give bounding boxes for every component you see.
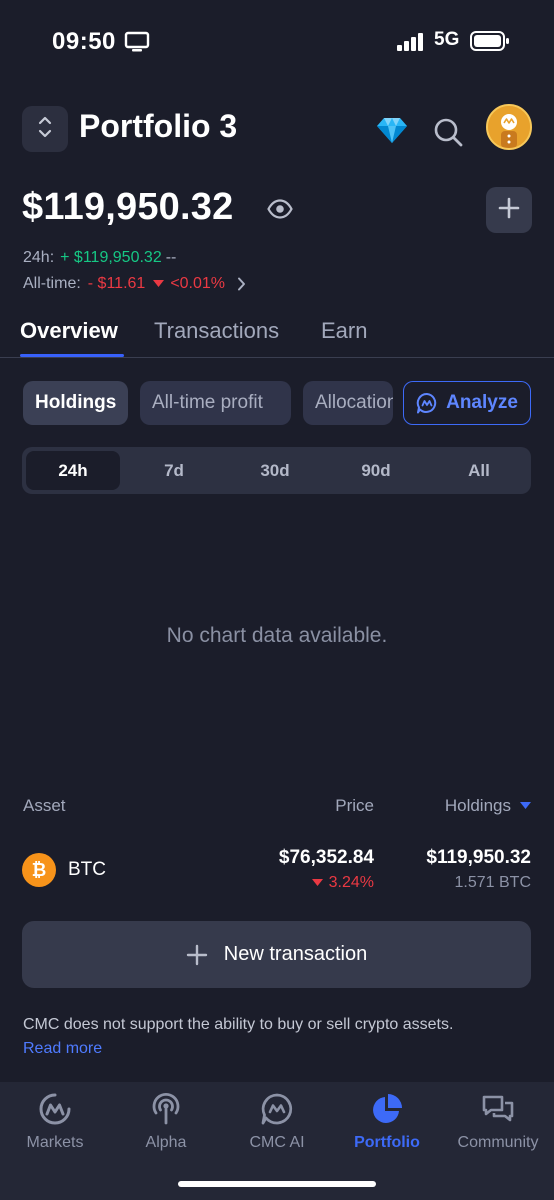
tab-active-indicator (20, 354, 124, 357)
nav-markets-label: Markets (26, 1134, 84, 1151)
asset-symbol[interactable]: BTC (68, 859, 106, 881)
eye-icon[interactable] (267, 199, 293, 224)
cmc-ai-icon (260, 1092, 294, 1126)
disclaimer: CMC does not support the ability to buy … (23, 1013, 523, 1061)
plus-icon (498, 197, 520, 224)
new-transaction-button[interactable]: New transaction (22, 921, 531, 988)
analyze-label: Analyze (446, 392, 518, 413)
portfolio-balance: $119,950.32 (22, 186, 234, 228)
alltime-label: All-time: (23, 275, 81, 292)
sort-down-icon (520, 802, 531, 810)
chip-holdings[interactable]: Holdings (23, 381, 128, 425)
range-90d[interactable]: 90d (328, 451, 424, 490)
alltime-percent: <0.01% (170, 275, 226, 292)
change-24h-value: + $119,950.32 (60, 249, 162, 266)
home-indicator (178, 1181, 376, 1187)
asset-price: $76,352.84 (278, 847, 374, 868)
cmc-ai-icon (416, 392, 438, 414)
svg-text:₿: ₿ (32, 860, 47, 881)
range-7d[interactable]: 7d (126, 451, 222, 490)
nav-markets[interactable]: Markets (0, 1092, 110, 1152)
caret-down-icon (153, 280, 165, 288)
cmc-logo-icon (38, 1092, 72, 1126)
avatar[interactable] (486, 104, 532, 150)
chip-alltime-profit[interactable]: All-time profit (140, 381, 291, 425)
portfolio-title[interactable]: Portfolio 3 (79, 108, 237, 145)
add-button[interactable] (486, 187, 532, 233)
column-header-price: Price (335, 796, 374, 815)
column-header-holdings[interactable]: Holdings (400, 796, 531, 816)
portfolio-switcher-button[interactable] (22, 106, 68, 152)
nav-portfolio[interactable]: Portfolio (332, 1092, 442, 1152)
screen-mirroring-icon (124, 31, 150, 58)
tab-transactions[interactable]: Transactions (154, 318, 279, 344)
chart-empty-message: No chart data available. (166, 624, 388, 647)
diamond-icon[interactable] (376, 116, 408, 149)
nav-community[interactable]: Community (443, 1092, 553, 1152)
column-header-asset: Asset (23, 796, 66, 815)
holdings-header-label: Holdings (444, 796, 511, 815)
range-24h[interactable]: 24h (26, 451, 120, 490)
nav-cmc-ai-label: CMC AI (249, 1134, 305, 1151)
battery-icon (470, 30, 510, 57)
pie-chart-icon (370, 1092, 404, 1126)
read-more-link[interactable]: Read more (23, 1037, 523, 1061)
range-30d[interactable]: 30d (227, 451, 323, 490)
nav-community-label: Community (457, 1134, 539, 1151)
new-transaction-label: New transaction (223, 943, 368, 965)
plus-icon (186, 944, 208, 966)
tab-overview[interactable]: Overview (20, 318, 118, 344)
chevron-right-icon (237, 277, 246, 291)
status-time: 09:50 (52, 28, 116, 55)
nav-alpha[interactable]: Alpha (111, 1092, 221, 1152)
chat-icon (481, 1092, 515, 1126)
asset-holdings-amount: 1.571 BTC (454, 874, 531, 891)
asset-change-percent: 3.24% (328, 874, 374, 891)
broadcast-icon (149, 1092, 183, 1126)
network-type: 5G (434, 29, 460, 50)
range-all[interactable]: All (431, 451, 527, 490)
nav-alpha-label: Alpha (145, 1134, 187, 1151)
change-24h-label: 24h: (23, 249, 55, 266)
alltime-value: - $11.61 (87, 275, 146, 292)
tab-earn[interactable]: Earn (321, 318, 367, 344)
change-24h: 24h: + $119,950.32 -- (23, 249, 176, 267)
disclaimer-text: CMC does not support the ability to buy … (23, 1016, 454, 1033)
nav-cmc-ai[interactable]: CMC AI (222, 1092, 332, 1152)
portfolio-tabs: Overview Transactions Earn (0, 318, 554, 358)
cellular-signal-icon (397, 33, 425, 56)
change-alltime[interactable]: All-time: - $11.61 <0.01% (23, 275, 246, 293)
search-icon[interactable] (432, 116, 464, 153)
nav-portfolio-label: Portfolio (354, 1134, 420, 1151)
bitcoin-icon: ₿ (22, 853, 56, 887)
analyze-button[interactable]: Analyze (403, 381, 531, 425)
chevron-up-down-icon (36, 113, 54, 146)
chip-allocation[interactable]: Allocation (303, 381, 393, 425)
asset-holdings-value: $119,950.32 (426, 847, 531, 868)
time-range-selector: 24h 7d 30d 90d All (22, 447, 531, 494)
change-24h-percent: -- (165, 249, 177, 266)
caret-down-icon (311, 879, 323, 887)
asset-change: 3.24% (280, 874, 374, 892)
